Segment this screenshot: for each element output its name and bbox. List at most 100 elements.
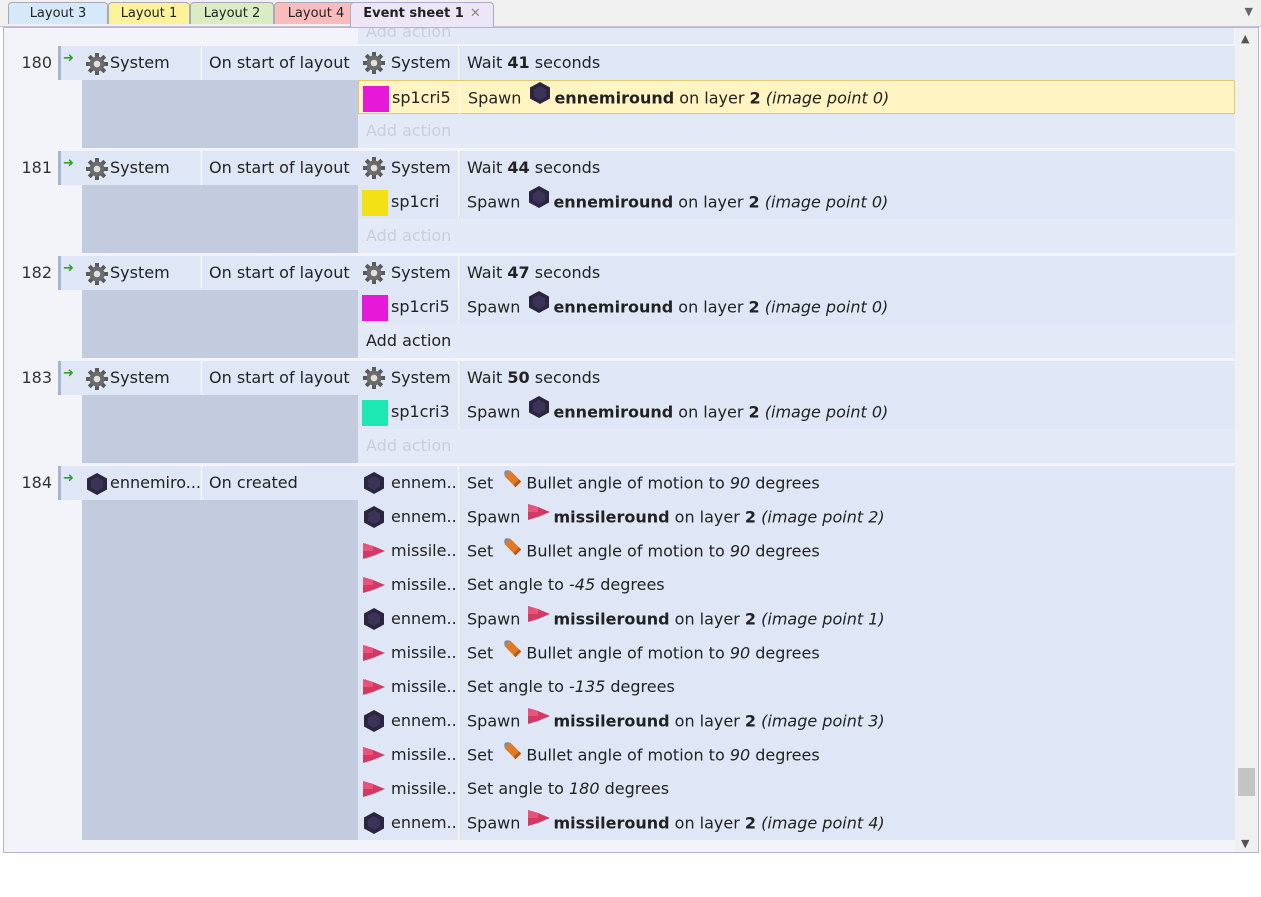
- missile-icon: [362, 777, 386, 805]
- enemy-icon: [527, 395, 551, 431]
- tab-dropdown-icon[interactable]: ▼: [1245, 5, 1253, 18]
- condition-object-name: System: [110, 368, 170, 387]
- separator: [458, 395, 459, 429]
- gear-icon: [362, 156, 386, 184]
- action-row[interactable]: ennem... Set Bullet angle of motion to 90…: [358, 466, 1235, 500]
- add-action-row[interactable]: Add action: [358, 28, 1234, 44]
- action-row[interactable]: ennem... Spawn missileround on layer 2 (i…: [358, 704, 1235, 738]
- tab-layout-1[interactable]: Layout 1: [108, 2, 190, 24]
- event-condition[interactable]: ➜ System On start of layout: [58, 46, 358, 80]
- condition-text: On start of layout: [209, 263, 350, 282]
- add-action-button[interactable]: Add action: [358, 429, 1235, 463]
- vertical-scrollbar[interactable]: ▲ ▼: [1235, 28, 1258, 852]
- add-action-button[interactable]: Add action: [358, 219, 1235, 253]
- tab-bar: Layout 3 Layout 1 Layout 2 Layout 4 Event sh…: [0, 0, 1261, 27]
- separator: [201, 151, 202, 185]
- missile-icon: [527, 500, 551, 536]
- action-text: Set angle to -45 degrees: [467, 575, 665, 594]
- bullet-icon: [500, 466, 524, 502]
- action-text: Spawn missileround on layer 2 (image poi…: [467, 602, 885, 638]
- add-action-button[interactable]: Add action: [358, 114, 1235, 148]
- action-text: Set Bullet angle of motion to 90 degrees: [467, 738, 820, 774]
- separator: [458, 46, 459, 80]
- scrollbar-thumb[interactable]: [1238, 768, 1255, 797]
- condition-area[interactable]: [82, 466, 358, 840]
- action-row[interactable]: System Wait 41 seconds: [358, 46, 1235, 80]
- action-object-name: missile...: [391, 779, 457, 798]
- action-row[interactable]: missile... Set Bullet angle of motion to …: [358, 738, 1235, 772]
- action-row[interactable]: System Wait 50 seconds: [358, 361, 1235, 395]
- action-row[interactable]: ennem... Spawn missileround on layer 2 (i…: [358, 500, 1235, 534]
- action-object-name: sp1cri: [391, 192, 440, 211]
- action-row[interactable]: sp1cri Spawn ennemiround on layer 2 (imag…: [358, 185, 1235, 219]
- action-row[interactable]: missile... Set Bullet angle of motion to …: [358, 636, 1235, 670]
- event-block: 184 ➜ ennemiro... On created ennem... Set Bul…: [4, 466, 1235, 840]
- action-text: Spawn ennemiround on layer 2 (image poin…: [467, 395, 888, 431]
- action-row[interactable]: missile... Set angle to -135 degrees: [358, 670, 1235, 704]
- action-row[interactable]: System Wait 47 seconds: [358, 256, 1235, 290]
- separator: [458, 361, 459, 395]
- scroll-down-icon[interactable]: ▼: [1241, 837, 1249, 850]
- action-object-name: missile...: [391, 677, 457, 696]
- event-condition[interactable]: ➜ System On start of layout: [58, 361, 358, 395]
- enemy-icon: [528, 81, 552, 117]
- enemy-icon: [527, 290, 551, 326]
- enemy-icon: [362, 505, 386, 533]
- condition-text: On start of layout: [209, 158, 350, 177]
- missile-icon: [527, 806, 551, 842]
- gear-icon: [362, 366, 386, 394]
- action-object-name: System: [391, 368, 451, 387]
- action-object-name: missile...: [391, 643, 457, 662]
- event-condition[interactable]: ➜ System On start of layout: [58, 256, 358, 290]
- action-row[interactable]: missile... Set Bullet angle of motion to …: [358, 534, 1235, 568]
- action-row[interactable]: sp1cri3 Spawn ennemiround on layer 2 (ima…: [358, 395, 1235, 429]
- tab-layout-4[interactable]: Layout 4: [274, 2, 358, 24]
- action-text: Wait 50 seconds: [467, 368, 601, 387]
- event-number[interactable]: 184: [4, 466, 52, 500]
- event-number[interactable]: 182: [4, 256, 52, 290]
- condition-text: On start of layout: [209, 368, 350, 387]
- condition-object-name: ennemiro...: [110, 473, 200, 492]
- action-row[interactable]: ennem... Spawn missileround on layer 2 (i…: [358, 806, 1235, 840]
- event-number[interactable]: 181: [4, 151, 52, 185]
- event-sheet: Add action 180 ➜ System On start of layout S…: [3, 27, 1259, 853]
- trigger-arrow-icon: ➜: [63, 366, 74, 381]
- action-row[interactable]: System Wait 44 seconds: [358, 151, 1235, 185]
- add-action-button[interactable]: Add action: [358, 324, 1235, 358]
- separator: [458, 602, 459, 636]
- action-object-name: System: [391, 53, 451, 72]
- scroll-up-icon[interactable]: ▲: [1241, 32, 1249, 45]
- event-condition[interactable]: ➜ System On start of layout: [58, 151, 358, 185]
- action-object-name: ennem...: [391, 711, 457, 730]
- separator: [458, 534, 459, 568]
- gear-icon: [362, 51, 386, 79]
- actions-area: System Wait 47 seconds sp1cri5 Spawn ennemi…: [358, 256, 1235, 358]
- color-square-magenta: [363, 86, 389, 112]
- event-condition[interactable]: ➜ ennemiro... On created: [58, 466, 358, 500]
- action-object-name: missile...: [391, 575, 457, 594]
- separator: [458, 704, 459, 738]
- event-number[interactable]: 183: [4, 361, 52, 395]
- event-number[interactable]: 180: [4, 46, 52, 80]
- separator: [201, 466, 202, 500]
- separator: [458, 568, 459, 602]
- tab-layout-3[interactable]: Layout 3: [8, 2, 108, 24]
- separator: [458, 466, 459, 500]
- close-tab-icon[interactable]: ✕: [470, 6, 481, 21]
- separator: [458, 256, 459, 290]
- gear-icon: [85, 262, 109, 290]
- gear-icon: [85, 157, 109, 185]
- action-row[interactable]: sp1cri5 Spawn ennemiround on layer 2 (ima…: [358, 290, 1235, 324]
- tab-layout-2[interactable]: Layout 2: [190, 2, 274, 24]
- condition-text: On start of layout: [209, 53, 350, 72]
- separator: [458, 772, 459, 806]
- condition-object-name: System: [110, 53, 170, 72]
- tab-label: Layout 3: [29, 6, 87, 21]
- action-row[interactable]: sp1cri5 Spawn ennemiround on layer 2 (ima…: [358, 80, 1235, 117]
- action-row[interactable]: ennem... Spawn missileround on layer 2 (i…: [358, 602, 1235, 636]
- color-square-yellow: [362, 190, 388, 216]
- action-row[interactable]: missile... Set angle to -45 degrees: [358, 568, 1235, 602]
- tab-event-sheet-1[interactable]: Event sheet 1 ✕: [350, 2, 494, 27]
- event-block: 183 ➜ System On start of layout System Wait 5…: [4, 361, 1235, 463]
- action-row[interactable]: missile... Set angle to 180 degrees: [358, 772, 1235, 806]
